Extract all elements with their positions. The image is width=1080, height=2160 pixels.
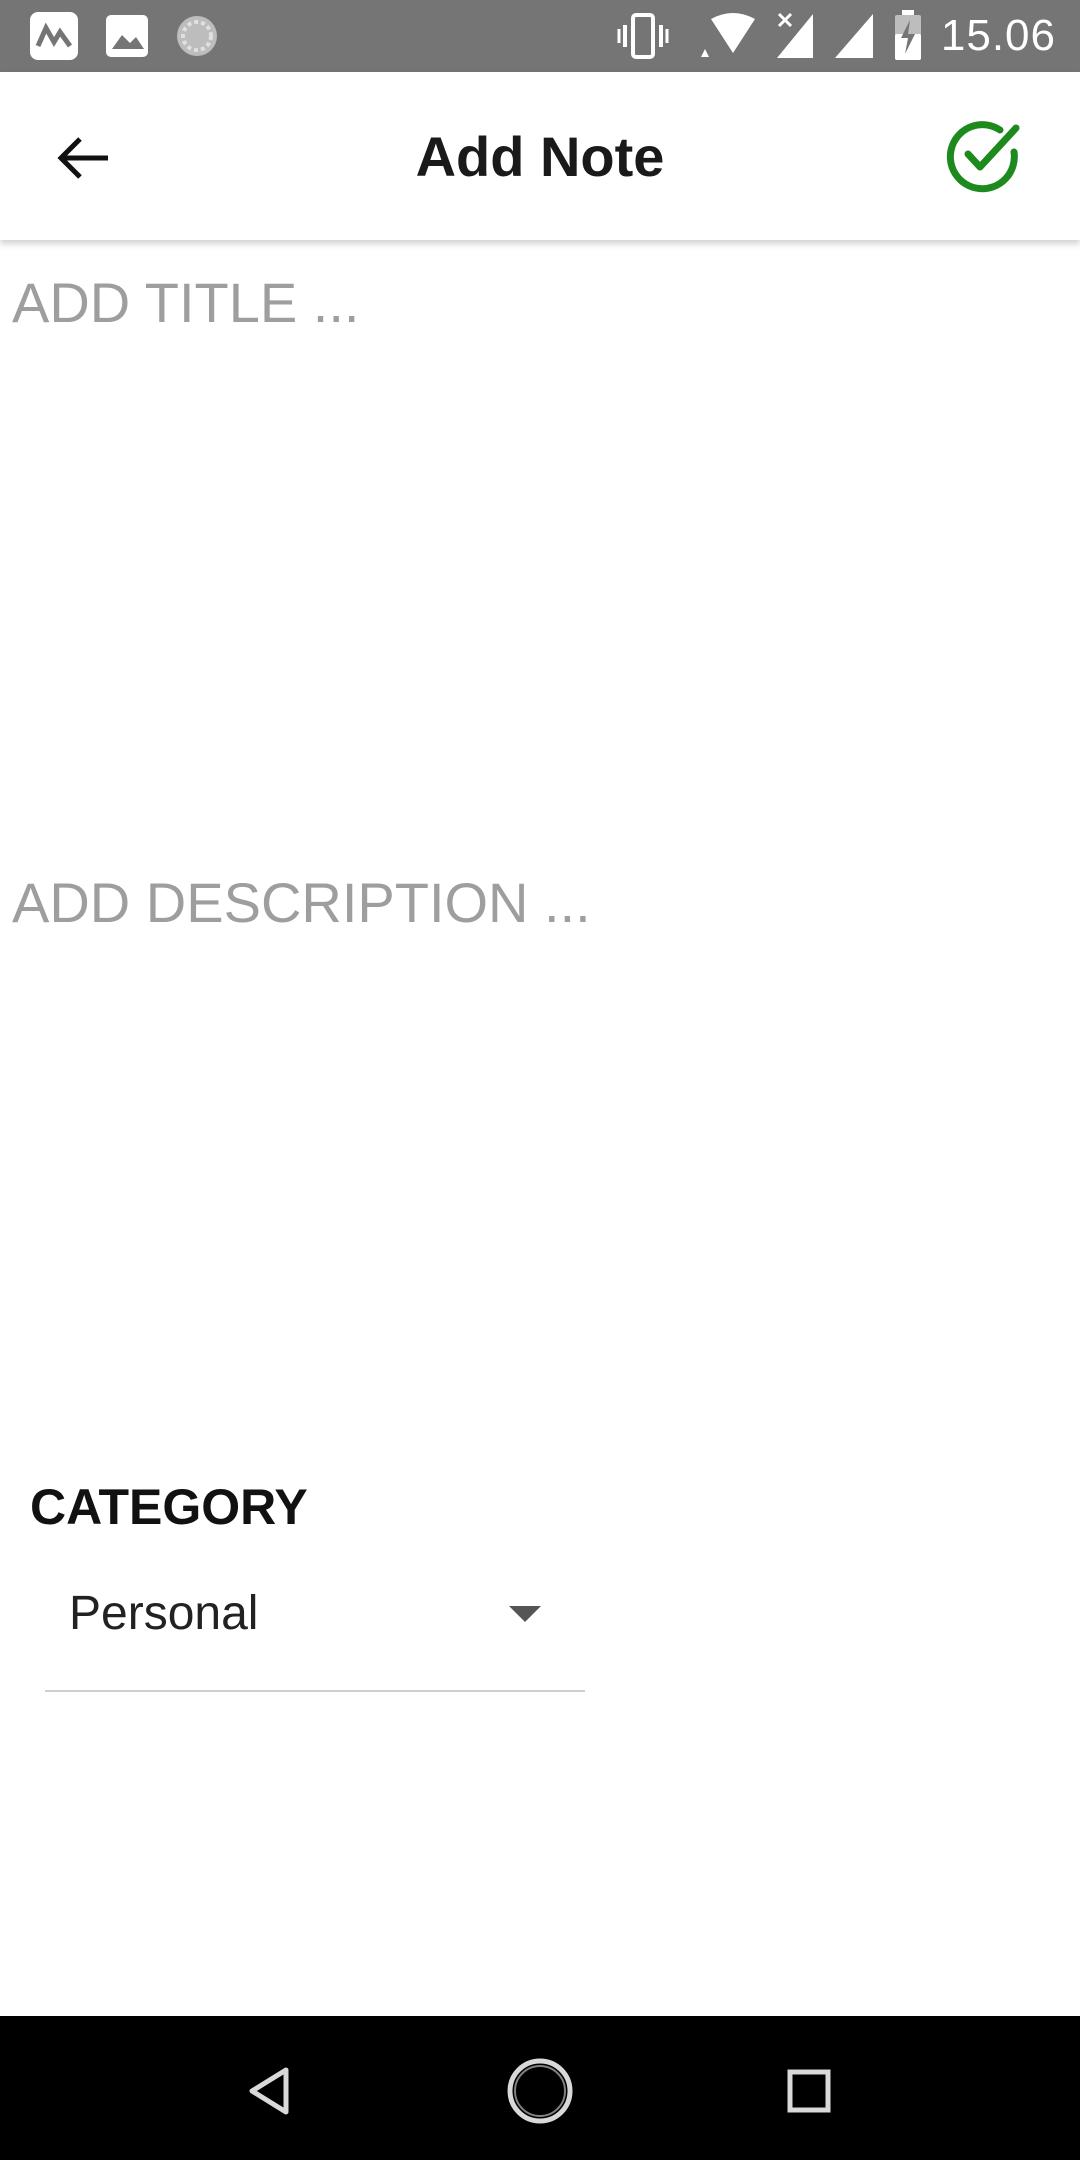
battery-charging-icon (893, 10, 923, 62)
wifi-icon (687, 11, 757, 61)
signal-icon (833, 12, 875, 60)
nav-recents-button[interactable] (774, 2056, 844, 2126)
status-bar-left (28, 10, 220, 62)
nav-recents-icon (787, 2069, 831, 2113)
description-input[interactable] (12, 870, 1062, 935)
title-input[interactable] (12, 270, 1062, 335)
status-bar: 15.06 (0, 0, 1080, 72)
vibrate-icon (617, 11, 669, 61)
dropdown-arrow-icon (509, 1606, 541, 1622)
status-bar-right: 15.06 (617, 0, 1056, 72)
nav-back-icon (249, 2067, 289, 2115)
image-notification-icon (104, 13, 150, 59)
nav-home-button[interactable] (505, 2056, 575, 2126)
category-label: CATEGORY (30, 1479, 308, 1535)
page-title: Add Note (415, 125, 665, 188)
category-dropdown[interactable]: Personal (45, 1570, 585, 1692)
nav-back-button[interactable] (236, 2056, 306, 2126)
signal-no-data-icon (775, 12, 815, 60)
app-notification-icon (28, 10, 80, 62)
category-selected-value: Personal (69, 1587, 259, 1640)
status-time: 15.06 (940, 11, 1056, 60)
check-circle-icon (946, 121, 1020, 193)
save-button[interactable] (942, 114, 1026, 198)
nav-home-icon (507, 2058, 573, 2124)
system-navigation-bar (0, 2016, 1080, 2160)
sync-icon (174, 13, 220, 59)
app-toolbar: Add Note (0, 72, 1080, 240)
